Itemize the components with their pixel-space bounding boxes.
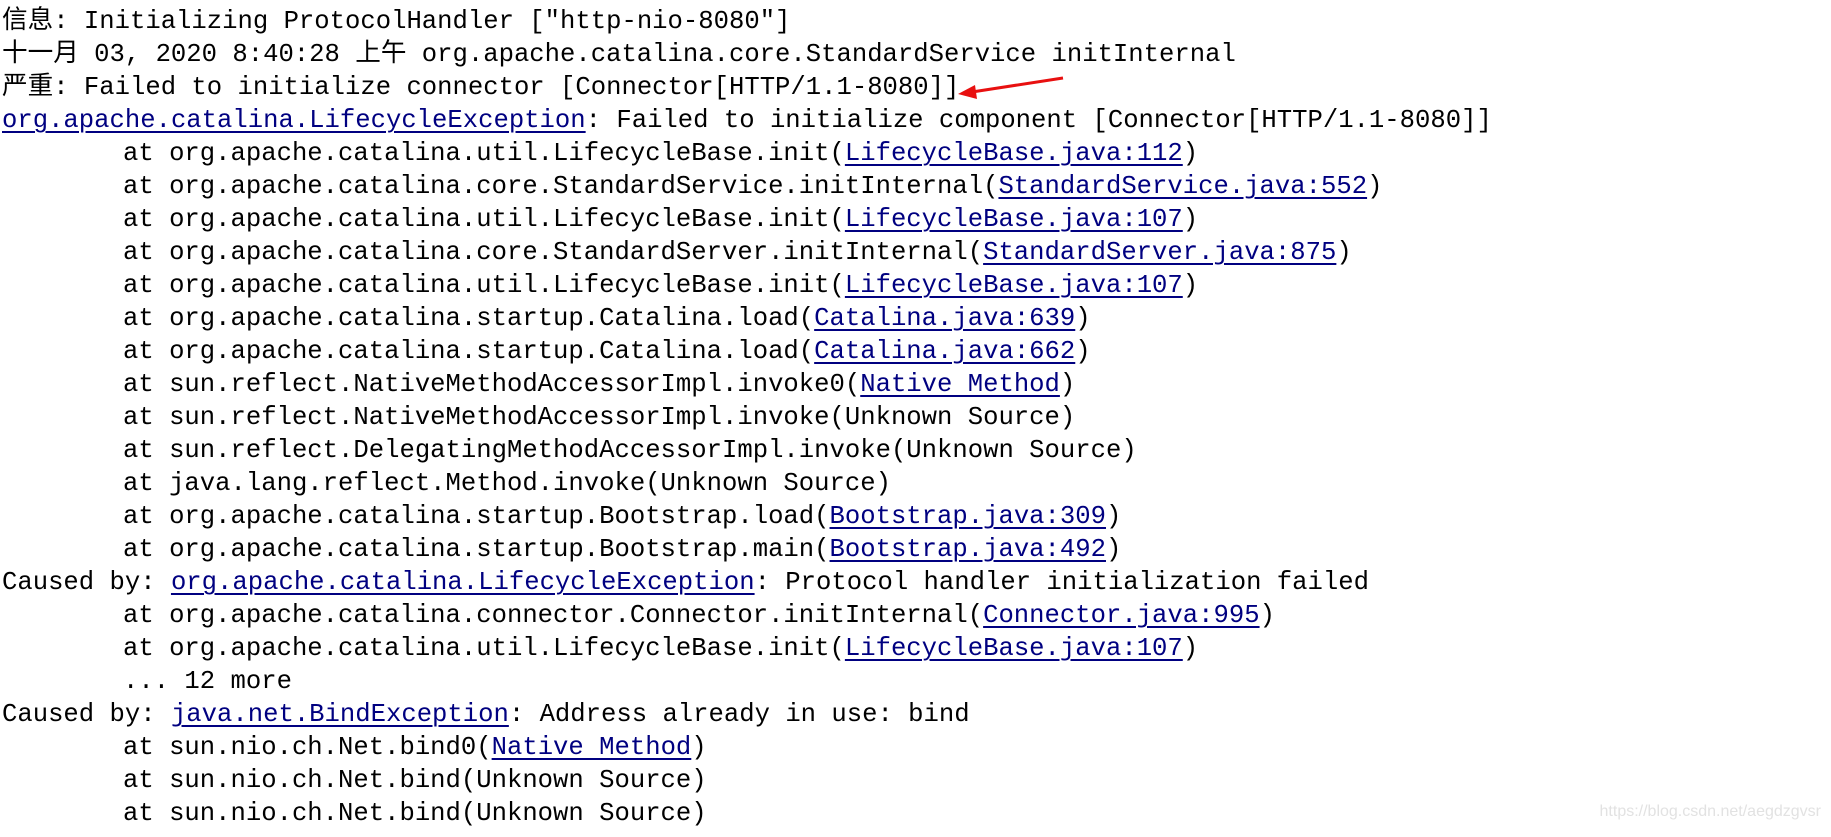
red-arrow-icon [958,76,1064,99]
watermark: https://blog.csdn.net/aegdzgvsr [1599,803,1821,820]
arrow-shaft [971,76,1064,94]
arrow-head [958,85,977,99]
